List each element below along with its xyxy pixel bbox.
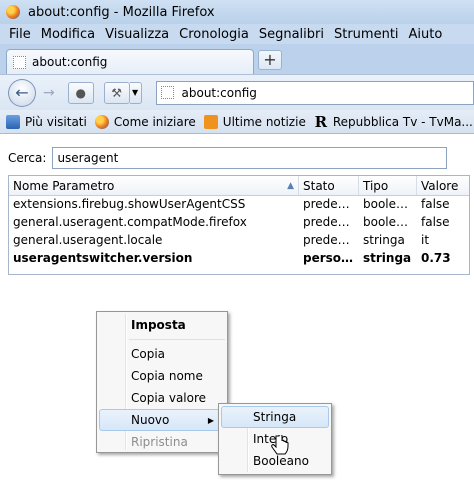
back-arrow-icon: ←: [15, 83, 29, 102]
firefox-icon: [94, 114, 109, 129]
url-bar[interactable]: [155, 80, 474, 105]
bookmark-piu-visitati[interactable]: Più visitati: [6, 114, 87, 129]
bookmark-ultime-notizie[interactable]: Ultime notizie: [203, 114, 306, 129]
tab-bar: about:config +: [0, 44, 474, 74]
reload-icon: ●: [75, 85, 86, 100]
cell-type: stringa: [363, 233, 405, 247]
bookmark-come-iniziare[interactable]: Come iniziare: [94, 114, 196, 129]
hand-cursor-icon: [271, 435, 289, 455]
cell-name: general.useragent.locale: [13, 233, 163, 247]
submenu-arrow-icon: ▶: [207, 415, 214, 425]
menu-item-nuovo-label: Nuovo: [131, 413, 170, 427]
reload-button[interactable]: ●: [67, 81, 94, 104]
table-header: Nome Parametro ▲ Stato Tipo Valore: [9, 176, 469, 196]
cell-type: booleano: [363, 215, 417, 229]
menu-item-copia-nome[interactable]: Copia nome: [97, 365, 227, 387]
tools-dropdown-button[interactable]: ▼: [129, 81, 142, 104]
cell-value: false: [421, 215, 450, 229]
table-row[interactable]: useragentswitcher.version personalizzato…: [9, 250, 469, 268]
new-tab-button[interactable]: +: [258, 50, 282, 70]
blank-page-icon: [13, 55, 26, 69]
cell-value: it: [421, 233, 430, 247]
menu-item-copia[interactable]: Copia: [97, 343, 227, 365]
menu-item-copia-valore[interactable]: Copia valore: [97, 387, 227, 409]
column-header-stato[interactable]: Stato: [299, 176, 359, 195]
cell-name: useragentswitcher.version: [13, 251, 193, 265]
blank-page-icon: [160, 86, 174, 99]
bookmark-folder-icon: [6, 114, 20, 129]
menu-item-ripristina: Ripristina: [131, 435, 188, 449]
menu-file[interactable]: File: [4, 27, 36, 42]
menu-separator: [129, 339, 225, 340]
cell-type: booleano: [363, 197, 417, 211]
cell-value: false: [421, 197, 450, 211]
menu-modifica[interactable]: Modifica: [36, 27, 100, 42]
window-title: about:config - Mozilla Firefox: [28, 4, 215, 20]
menu-cronologia[interactable]: Cronologia: [174, 27, 254, 42]
bookmark-label: Ultime notizie: [222, 114, 306, 129]
table-filler: [9, 268, 469, 274]
tools-icon: ⚒: [111, 85, 122, 100]
cell-value: 0.73: [421, 251, 451, 265]
bookmark-label: Più visitati: [25, 114, 87, 129]
context-menu: Imposta Copia Copia nome Copia valore Nu…: [96, 311, 228, 453]
forward-arrow-icon: →: [42, 84, 55, 101]
menu-bar: File Modifica Visualizza Cronologia Segn…: [0, 24, 474, 44]
bookmarks-toolbar: Più visitati Come iniziare Ultime notizi…: [0, 110, 474, 134]
preferences-table: Nome Parametro ▲ Stato Tipo Valore exten…: [8, 175, 470, 275]
navigation-toolbar: ← → ● ⚒ ▼: [0, 74, 474, 110]
menu-item-nuovo[interactable]: Nuovo ▶: [99, 409, 225, 431]
sort-ascending-icon: ▲: [287, 180, 294, 191]
back-button[interactable]: ←: [8, 78, 36, 107]
submenu-item-stringa[interactable]: Stringa: [221, 406, 329, 428]
menu-segnalibri[interactable]: Segnalibri: [254, 27, 329, 42]
cell-status: personalizzato: [303, 251, 359, 265]
table-row[interactable]: extensions.firebug.showUserAgentCSS pred…: [9, 196, 469, 214]
cell-status: predefinito: [303, 233, 359, 247]
forward-button[interactable]: →: [38, 82, 60, 104]
menu-aiuto[interactable]: Aiuto: [404, 27, 448, 42]
menu-strumenti[interactable]: Strumenti: [329, 27, 404, 42]
repubblica-r-icon: R: [314, 112, 328, 131]
search-label: Cerca:: [8, 151, 47, 165]
tab-label: about:config: [32, 55, 108, 69]
cell-name: general.useragent.compatMode.firefox: [13, 215, 247, 229]
menu-item-imposta[interactable]: Imposta: [97, 314, 227, 336]
cell-name: extensions.firebug.showUserAgentCSS: [13, 197, 246, 211]
column-header-tipo[interactable]: Tipo: [359, 176, 417, 195]
table-row[interactable]: general.useragent.locale predefinito str…: [9, 232, 469, 250]
search-row: Cerca:: [8, 147, 448, 169]
chevron-down-icon: ▼: [131, 88, 139, 97]
bookmark-label: Repubblica Tv - TvMa...: [332, 114, 473, 129]
bookmark-repubblica-tv[interactable]: R Repubblica Tv - TvMa...: [314, 112, 473, 131]
rss-icon: [203, 114, 218, 129]
column-header-valore[interactable]: Valore: [417, 176, 469, 195]
search-input[interactable]: [52, 147, 448, 169]
cell-status: predefinito: [303, 215, 359, 229]
column-header-nome[interactable]: Nome Parametro ▲: [9, 176, 299, 195]
title-bar: about:config - Mozilla Firefox: [0, 0, 474, 24]
url-input[interactable]: [181, 85, 462, 100]
menu-visualizza[interactable]: Visualizza: [100, 27, 174, 42]
table-row[interactable]: general.useragent.compatMode.firefox pre…: [9, 214, 469, 232]
cell-status: predefinito: [303, 197, 359, 211]
bookmark-label: Come iniziare: [113, 114, 196, 129]
cell-type: stringa: [363, 251, 412, 265]
tab-about-config[interactable]: about:config: [6, 49, 254, 74]
tools-button[interactable]: ⚒: [103, 81, 130, 104]
firefox-icon: [6, 5, 20, 19]
